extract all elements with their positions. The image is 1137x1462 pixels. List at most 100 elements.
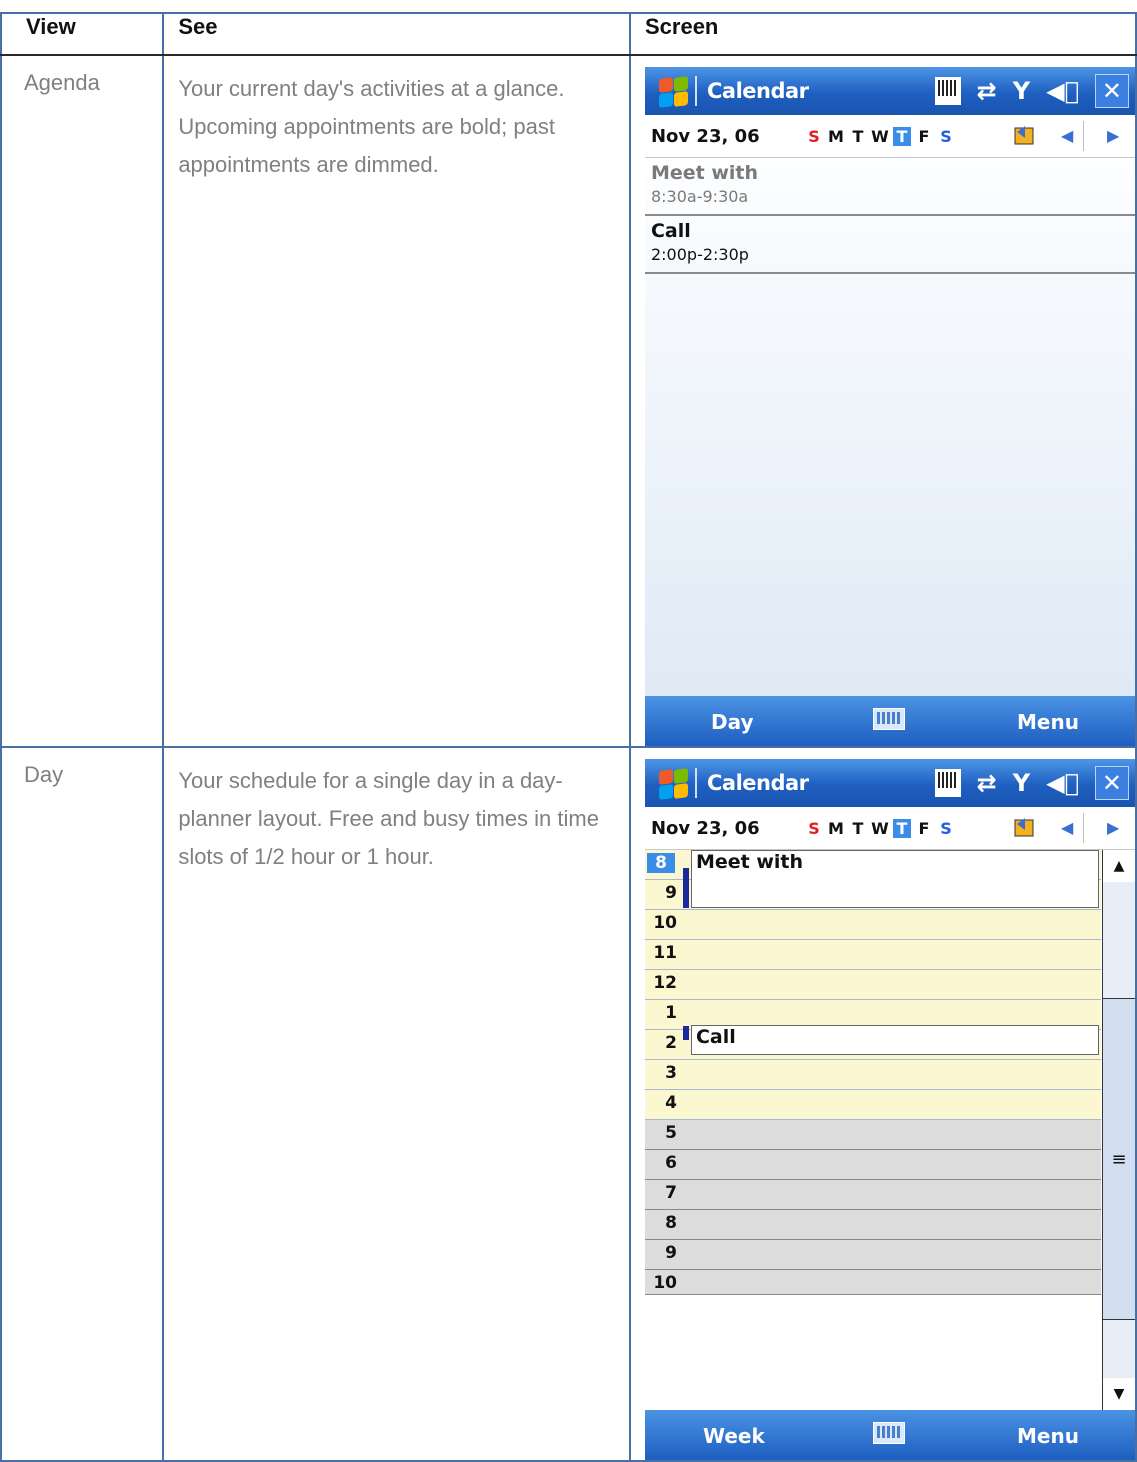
hour-row[interactable]: 7 (644, 1180, 1101, 1210)
event-block[interactable]: Meet with (690, 850, 1099, 908)
weekday[interactable]: M (827, 819, 845, 838)
appointment-time: 2:00p-2:30p (650, 245, 749, 264)
nav-separator (1082, 813, 1084, 843)
close-icon[interactable]: ✕ (1094, 766, 1129, 800)
scroll-up-icon[interactable]: ▲ (1102, 850, 1135, 882)
signal-icon[interactable]: Y (1013, 769, 1030, 797)
hour-label: 7 (665, 1183, 677, 1203)
day-grid: 8 9 10 11 12 1 2 3 4 5 6 7 8 9 10 Meet w… (644, 850, 1135, 1410)
screen-cell: Calendar ⇄ Y ◀ﾞ ✕ Nov 23, 06 S M T W T F… (628, 54, 1137, 748)
event-block[interactable]: Call (690, 1025, 1099, 1055)
hour-label: 2 (665, 1033, 677, 1053)
hour-row[interactable]: 6 (644, 1150, 1101, 1180)
hour-row[interactable]: 11 (644, 940, 1101, 970)
hour-rows: 8 9 10 11 12 1 2 3 4 5 6 7 8 9 10 (644, 850, 1101, 1295)
hour-row[interactable]: 12 (644, 970, 1101, 1000)
weekday[interactable]: T (849, 127, 867, 146)
hour-label: 10 (653, 913, 677, 933)
appointment-item[interactable]: Call 2:00p-2:30p (644, 216, 1135, 274)
hour-row[interactable]: 9 (644, 1240, 1101, 1270)
next-arrow-icon[interactable]: ▶ (1107, 818, 1119, 837)
hour-row[interactable]: 3 (644, 1060, 1101, 1090)
connectivity-icon[interactable]: ⇄ (977, 769, 997, 797)
input-panel-icon[interactable] (934, 77, 961, 105)
scrollbar[interactable]: ▲ ≡ ▼ (1101, 850, 1135, 1410)
windows-logo-icon[interactable] (655, 74, 689, 108)
header-see: See (162, 12, 631, 56)
windows-logo-icon[interactable] (655, 766, 689, 800)
weekday[interactable]: S (805, 819, 823, 838)
hour-label: 1 (665, 1003, 677, 1023)
go-to-today-icon[interactable] (1011, 814, 1037, 840)
previous-arrow-icon[interactable]: ◀ (1061, 818, 1073, 837)
softkey-left[interactable]: Week (703, 1424, 765, 1448)
softkey-right[interactable]: Menu (1017, 1424, 1079, 1448)
weekday[interactable]: W (871, 819, 889, 838)
busy-indicator (682, 1026, 689, 1040)
softkey-bar: Week Menu (644, 1410, 1135, 1460)
weekday[interactable]: T (849, 819, 867, 838)
hour-row[interactable]: 4 (644, 1090, 1101, 1120)
nav-separator (1082, 121, 1084, 151)
hour-label: 6 (665, 1153, 677, 1173)
input-panel-icon[interactable] (934, 769, 961, 797)
current-date[interactable]: Nov 23, 06 (651, 126, 801, 147)
title-separator (694, 768, 697, 798)
weekday[interactable]: W (871, 127, 889, 146)
keyboard-icon[interactable] (872, 1422, 905, 1444)
weekday[interactable]: S (805, 127, 823, 146)
hour-label: 12 (653, 973, 677, 993)
status-icons: ⇄ Y ◀ﾞ ✕ (934, 766, 1129, 800)
scroll-down-icon[interactable]: ▼ (1102, 1378, 1135, 1410)
date-bar: Nov 23, 06 S M T W T F S ◀ ▶ (644, 807, 1135, 850)
header-row: View See Screen (0, 12, 1137, 56)
hour-label: 9 (665, 883, 677, 903)
go-to-today-icon[interactable] (1011, 122, 1037, 148)
hour-row[interactable]: 5 (644, 1120, 1101, 1150)
previous-arrow-icon[interactable]: ◀ (1061, 126, 1073, 145)
weekday[interactable]: S (937, 127, 955, 146)
header-view: View (0, 12, 165, 56)
weekday-today[interactable]: T (892, 126, 911, 146)
hour-label: 5 (665, 1123, 677, 1143)
title-bar: Calendar ⇄ Y ◀ﾞ ✕ (644, 67, 1135, 115)
table-row: Day Your schedule for a single day in a … (0, 746, 1137, 1462)
hour-row[interactable]: 10 (644, 1270, 1101, 1295)
busy-indicator (682, 868, 689, 908)
keyboard-icon[interactable] (872, 708, 905, 730)
app-title: Calendar (706, 79, 809, 103)
view-name: Day (0, 746, 165, 1462)
weekday[interactable]: M (827, 127, 845, 146)
softkey-right[interactable]: Menu (1017, 710, 1079, 734)
volume-icon[interactable]: ◀ﾞ (1046, 77, 1079, 105)
appointment-title: Call (650, 220, 691, 242)
hour-label: 10 (653, 1273, 677, 1293)
weekday-strip: S M T W T F S (805, 126, 955, 146)
appointment-item[interactable]: Meet with 8:30a-9:30a (644, 158, 1135, 216)
weekday-today[interactable]: T (892, 818, 911, 838)
title-separator (694, 76, 697, 106)
signal-icon[interactable]: Y (1013, 77, 1030, 105)
softkey-bar: Day Menu (644, 696, 1135, 746)
current-date[interactable]: Nov 23, 06 (651, 818, 801, 839)
hour-row[interactable]: 10 (644, 910, 1101, 940)
hour-label: 9 (665, 1243, 677, 1263)
view-description: Your schedule for a single day in a day-… (162, 746, 631, 1462)
softkey-left[interactable]: Day (711, 710, 754, 734)
view-name: Agenda (0, 54, 165, 748)
weekday[interactable]: F (915, 127, 933, 146)
date-bar: Nov 23, 06 S M T W T F S ◀ ▶ (644, 115, 1135, 158)
close-icon[interactable]: ✕ (1094, 74, 1129, 108)
weekday[interactable]: F (915, 819, 933, 838)
hour-row[interactable]: 8 (644, 1210, 1101, 1240)
connectivity-icon[interactable]: ⇄ (977, 77, 997, 105)
app-title: Calendar (706, 771, 809, 795)
weekday[interactable]: S (937, 819, 955, 838)
volume-icon[interactable]: ◀ﾞ (1046, 769, 1079, 797)
title-bar: Calendar ⇄ Y ◀ﾞ ✕ (644, 759, 1135, 807)
screen-cell: Calendar ⇄ Y ◀ﾞ ✕ Nov 23, 06 S M T W T F… (628, 746, 1137, 1462)
agenda-screenshot: Calendar ⇄ Y ◀ﾞ ✕ Nov 23, 06 S M T W T F… (644, 67, 1135, 746)
hour-label: 4 (665, 1093, 677, 1113)
scroll-thumb[interactable]: ≡ (1102, 998, 1135, 1320)
next-arrow-icon[interactable]: ▶ (1107, 126, 1119, 145)
